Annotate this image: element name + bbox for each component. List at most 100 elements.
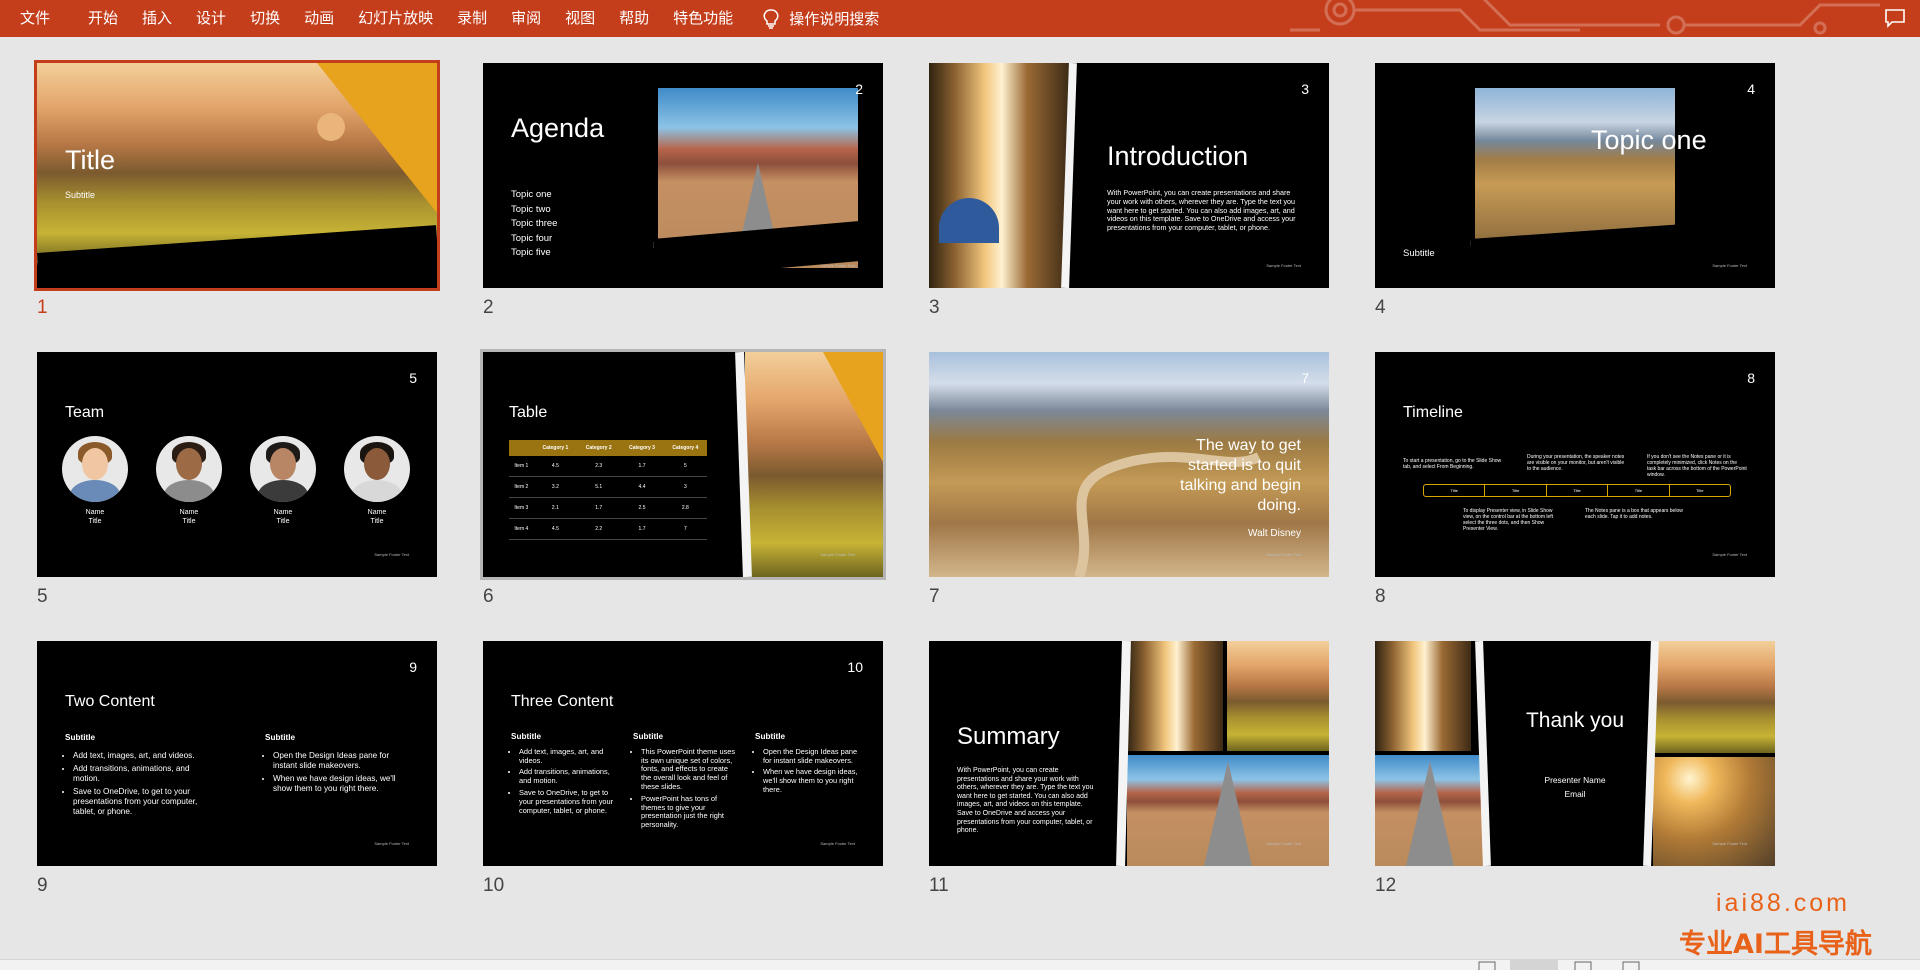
ribbon-bar: 文件 开始 插入 设计 切换 动画 幻灯片放映 录制 审阅 视图 帮助 特色功能…	[0, 0, 1920, 37]
left-content: Subtitle Add text, images, art, and vide…	[65, 733, 205, 820]
desert-road-photo	[1127, 755, 1329, 866]
slide-12-footer: Sample Footer Text	[1712, 841, 1747, 846]
tell-me-search[interactable]: 操作说明搜索	[763, 8, 879, 29]
timeline-note: The Notes pane is a box that appears bel…	[1585, 508, 1683, 520]
slide-number-12: 12	[1375, 875, 1397, 896]
table-row: Item 1 4.5 2.3 1.7 5	[509, 456, 707, 477]
slide-thumbnail-5[interactable]: 5 Team Name Title Name Title Name Title Nam…	[37, 352, 437, 577]
slide-4-subtitle: Subtitle	[1403, 248, 1435, 259]
menu-view[interactable]: 视图	[553, 0, 607, 37]
slide-thumbnail-8[interactable]: 8 Timeline To start a presentation, go t…	[1375, 352, 1775, 577]
avatar	[156, 436, 222, 502]
slide-8-footer: Sample Footer Text	[1712, 552, 1747, 557]
circuit-pattern-decoration	[1290, 0, 1880, 35]
timeline-note: During your presentation, the speaker no…	[1527, 454, 1625, 472]
camping-tent-photo	[1653, 641, 1775, 753]
slide-3-footer: Sample Footer Text	[1266, 263, 1301, 268]
slide-3-page-number: 3	[1301, 81, 1309, 97]
table-row: Item 3 2.1 1.7 2.5 2.8	[509, 497, 707, 519]
slide-12-title: Thank you	[1525, 709, 1625, 732]
menu-special-features[interactable]: 特色功能	[661, 0, 745, 37]
timeline-note: To display Presenter view, in Slide Show…	[1463, 508, 1554, 532]
slide-number-3: 3	[929, 297, 940, 318]
slide-thumbnail-4[interactable]: 4 Topic one Subtitle Sample Footer Text	[1375, 63, 1775, 288]
presenter-email: Email	[1564, 789, 1586, 799]
team-member-caption: Name Title	[179, 509, 199, 525]
presenter-name: Presenter Name	[1544, 775, 1606, 785]
menu-transitions[interactable]: 切换	[238, 0, 292, 37]
slide-11-body: With PowerPoint, you can create presenta…	[957, 767, 1094, 835]
avatar	[344, 436, 410, 502]
agenda-item: Topic two	[511, 203, 551, 215]
slide-thumbnail-10[interactable]: 10 Three Content Subtitle Add text, imag…	[483, 641, 883, 866]
timeline-note: To start a presentation, go to the Slide…	[1403, 458, 1502, 470]
friends-sunset-photo	[1653, 757, 1775, 866]
slide-thumbnail-11[interactable]: Summary With PowerPoint, you can create …	[929, 641, 1329, 866]
quote-author: Walt Disney	[1248, 528, 1301, 539]
slide-3-body: With PowerPoint, you can create presenta…	[1107, 188, 1296, 233]
slide-thumbnail-12[interactable]: Thank you Presenter Name Email Sample Fo…	[1375, 641, 1775, 866]
slide-1-subtitle: Subtitle	[65, 190, 96, 200]
slide-5-page-number: 5	[409, 370, 417, 386]
menu-insert[interactable]: 插入	[130, 0, 184, 37]
menu-slide-show[interactable]: 幻灯片放映	[346, 0, 445, 37]
table-row: Item 2 3.2 5.1 4.4 3	[509, 476, 707, 498]
status-bar	[0, 959, 1920, 970]
menu-design[interactable]: 设计	[184, 0, 238, 37]
agenda-item: Topic five	[511, 247, 551, 259]
right-content: Subtitle Open the Design Ideas pane for …	[265, 733, 405, 797]
slide-8-title: Timeline	[1403, 404, 1463, 421]
timeline-bar: Title Title Title Title Title	[1423, 484, 1731, 497]
slide-thumbnail-1[interactable]: Title Subtitle	[34, 60, 440, 291]
slide-5-title: Team	[65, 404, 105, 421]
slide-9-title: Two Content	[65, 693, 155, 710]
slide-11-title: Summary	[957, 723, 1060, 750]
slide-3-title: Introduction	[1107, 141, 1249, 171]
slide-10-page-number: 10	[847, 659, 863, 675]
team-member-caption: Name Title	[367, 509, 387, 525]
team-member-caption: Name Title	[273, 509, 293, 525]
agenda-list: Topic one Topic two Topic three Topic fo…	[511, 188, 557, 261]
slide-number-10: 10	[483, 875, 505, 896]
lightbulb-icon	[763, 8, 779, 29]
slide-sorter: Title Subtitle 1 2 Agenda Topic one Topi…	[0, 37, 1920, 959]
column-2: Subtitle This PowerPoint theme uses its …	[633, 732, 737, 833]
slide-2-footer: Sample Footer Text	[820, 263, 855, 268]
menu-file[interactable]: 文件	[0, 0, 76, 37]
data-table: Category 1 Category 2 Category 3 Category 4…	[509, 440, 707, 540]
slide-9-page-number: 9	[409, 659, 417, 675]
slide-thumbnail-6[interactable]: Table Category 1 Category 2 Category 3 Cate…	[480, 349, 886, 580]
slide-8-page-number: 8	[1747, 370, 1755, 386]
winding-road-photo	[1475, 88, 1675, 243]
tell-me-label: 操作说明搜索	[789, 10, 880, 28]
slide-2-page-number: 2	[855, 81, 863, 97]
slide-thumbnail-9[interactable]: 9 Two Content Subtitle Add text, images,…	[37, 641, 437, 866]
avatar	[62, 436, 128, 502]
menu-help[interactable]: 帮助	[607, 0, 661, 37]
slide-4-footer: Sample Footer Text	[1712, 263, 1747, 268]
forest-tent-photo	[929, 63, 1069, 288]
slide-thumbnail-2[interactable]: 2 Agenda Topic one Topic two Topic three…	[483, 63, 883, 288]
slide-6-title: Table	[509, 404, 548, 421]
forest-tent-photo	[1127, 641, 1223, 751]
slide-4-title: Topic one	[1591, 125, 1707, 155]
slide-7-page-number: 7	[1301, 370, 1309, 386]
slide-2-title: Agenda	[511, 113, 605, 143]
ribbon-menu: 文件 开始 插入 设计 切换 动画 幻灯片放映 录制 审阅 视图 帮助 特色功能…	[0, 0, 879, 37]
quote-text: The way to get started is to quit talkin…	[1180, 437, 1301, 514]
slide-thumbnail-7[interactable]: 7 The way to get started is to quit talk…	[929, 352, 1329, 577]
menu-review[interactable]: 审阅	[499, 0, 553, 37]
desert-road-photo	[1375, 755, 1485, 866]
slide-thumbnail-3[interactable]: 3 Introduction With PowerPoint, you can …	[929, 63, 1329, 288]
menu-record[interactable]: 录制	[445, 0, 499, 37]
slide-9-footer: Sample Footer Text	[374, 841, 409, 846]
menu-home[interactable]: 开始	[76, 0, 130, 37]
column-3: Subtitle Open the Design Ideas pane for …	[755, 732, 859, 798]
comment-icon[interactable]	[1884, 8, 1906, 28]
slide-number-7: 7	[929, 586, 940, 607]
agenda-item: Topic one	[511, 189, 552, 200]
timeline-note: If you don't see the Notes pane or it is…	[1647, 454, 1747, 478]
menu-animations[interactable]: 动画	[292, 0, 346, 37]
slide-1-title: Title	[65, 145, 116, 175]
agenda-item: Topic four	[511, 232, 553, 244]
